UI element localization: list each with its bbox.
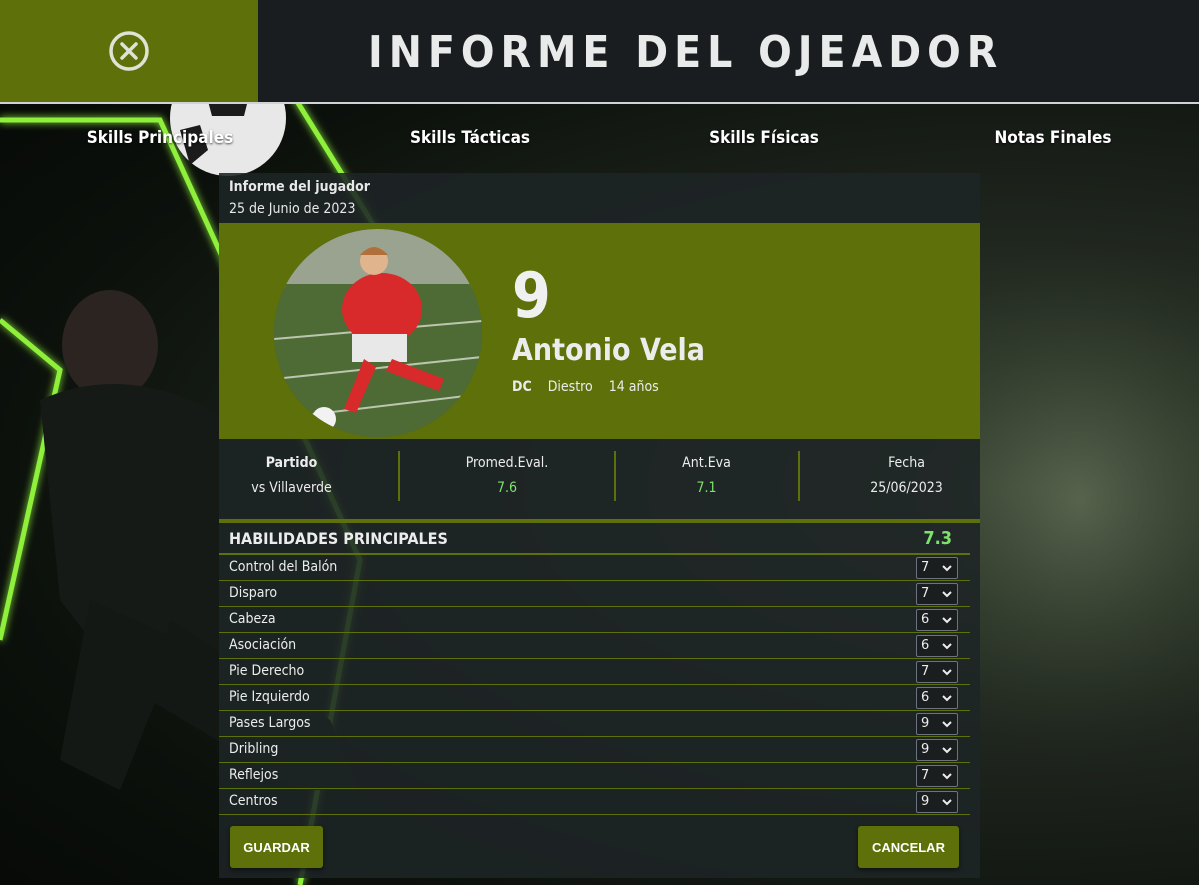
tab-skills-fisicas[interactable]: Skills Físicas [709,128,819,148]
skill-row-centros: Centros 9 [219,789,970,815]
chevron-down-icon [942,643,952,650]
skill-row-pie-izquierdo: Pie Izquierdo 6 [219,685,970,711]
skill-rating-value: 7 [921,560,930,575]
chevron-down-icon [942,799,952,806]
chevron-down-icon [942,591,952,598]
skill-name: Reflejos [229,767,279,783]
page-title: INFORME DEL OJEADOR [368,27,1004,78]
section-score: 7.3 [923,528,952,549]
player-photo [274,229,482,437]
report-heading: Informe del jugador [229,179,370,195]
skill-rating-value: 7 [921,586,930,601]
top-bar: INFORME DEL OJEADOR [0,0,1199,104]
player-age: 14 años [608,379,659,395]
player-name: Antonio Vela [512,333,705,368]
save-button[interactable]: GUARDAR [230,826,323,868]
close-button[interactable] [0,0,258,102]
stat-ant-eva: Ant.Eva 7.1 [644,451,769,501]
player-number: 9 [512,259,551,332]
skill-name: Centros [229,793,278,809]
tab-skills-principales[interactable]: Skills Principales [87,128,234,148]
chevron-down-icon [942,669,952,676]
stat-label: Ant.Eva [682,455,731,471]
skill-row-disparo: Disparo 7 [219,581,970,607]
stat-divider [798,451,800,501]
skill-row-reflejos: Reflejos 7 [219,763,970,789]
skill-name: Pie Derecho [229,663,305,679]
skill-rating-value: 7 [921,768,930,783]
chevron-down-icon [942,773,952,780]
skill-rating-value: 9 [921,716,930,731]
skill-rating-select[interactable]: 7 [916,557,958,579]
skill-name: Disparo [229,585,278,601]
player-foot: Diestro [547,379,593,395]
player-position: DC [512,379,532,395]
cancel-button[interactable]: CANCELAR [858,826,959,868]
skill-rating-select[interactable]: 9 [916,739,958,761]
skills-list: Control del Balón 7 Disparo 7 Cabeza 6 A… [219,555,970,815]
chevron-down-icon [942,565,952,572]
player-card: 9 Antonio Vela DC Diestro 14 años [219,223,980,439]
skill-name: Pases Largos [229,715,311,731]
skill-rating-value: 7 [921,664,930,679]
skill-name: Cabeza [229,611,276,627]
chevron-down-icon [942,721,952,728]
match-stats: Partido vs Villaverde Promed.Eval. 7.6 A… [219,439,980,519]
stat-partido: Partido vs Villaverde [229,451,354,501]
skill-row-cabeza: Cabeza 6 [219,607,970,633]
report-header: Informe del jugador 25 de Junio de 2023 [229,177,370,221]
stat-value: vs Villaverde [251,480,332,496]
skill-row-control-del-balon: Control del Balón 7 [219,555,970,581]
skill-rating-select[interactable]: 7 [916,661,958,683]
tab-skills-tacticas[interactable]: Skills Tácticas [410,128,530,148]
skill-rating-value: 6 [921,690,930,705]
skill-rating-value: 9 [921,742,930,757]
chevron-down-icon [942,617,952,624]
report-date: 25 de Junio de 2023 [229,201,356,217]
skill-rating-select[interactable]: 6 [916,635,958,657]
skill-rating-value: 6 [921,612,930,627]
stat-promed-eval: Promed.Eval. 7.6 [437,451,577,501]
close-circle-icon[interactable] [107,29,151,73]
skill-rating-select[interactable]: 7 [916,583,958,605]
stat-divider [614,451,616,501]
stat-label: Fecha [888,455,925,471]
player-meta: DC Diestro 14 años [512,379,671,395]
stat-divider [398,451,400,501]
skill-rating-value: 9 [921,794,930,809]
skill-rating-select[interactable]: 6 [916,687,958,709]
skill-name: Asociación [229,637,297,653]
stat-label: Promed.Eval. [465,455,549,471]
chevron-down-icon [942,747,952,754]
section-title: HABILIDADES PRINCIPALES [229,529,448,548]
skill-rating-select[interactable]: 9 [916,791,958,813]
chevron-down-icon [942,695,952,702]
stat-value: 25/06/2023 [870,480,943,496]
stat-fecha: Fecha 25/06/2023 [839,451,974,501]
skill-rating-select[interactable]: 6 [916,609,958,631]
skill-name: Pie Izquierdo [229,689,310,705]
stat-label: Partido [265,455,318,471]
stat-value: 7.6 [496,480,518,496]
skill-rating-select[interactable]: 7 [916,765,958,787]
skill-rating-value: 6 [921,638,930,653]
skill-name: Dribling [229,741,279,757]
skill-row-dribling: Dribling 9 [219,737,970,763]
skill-rating-select[interactable]: 9 [916,713,958,735]
skill-row-pie-derecho: Pie Derecho 7 [219,659,970,685]
report-panel: Informe del jugador 25 de Junio de 2023 [219,173,980,878]
tab-notas-finales[interactable]: Notas Finales [995,128,1112,148]
skill-name: Control del Balón [229,559,338,575]
skill-row-pases-largos: Pases Largos 9 [219,711,970,737]
section-divider [219,519,980,523]
stat-value: 7.1 [696,480,717,496]
tab-bar: Skills Principales Skills Tácticas Skill… [0,118,1199,162]
skill-row-asociacion: Asociación 6 [219,633,970,659]
